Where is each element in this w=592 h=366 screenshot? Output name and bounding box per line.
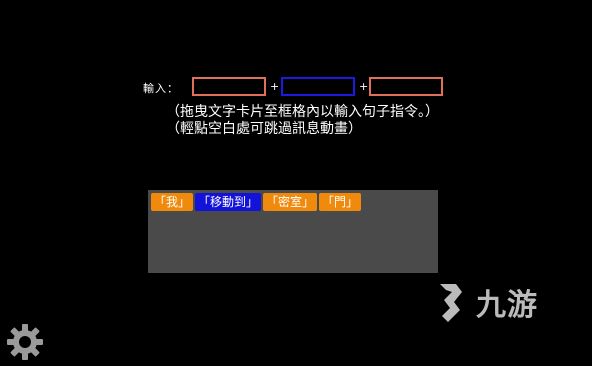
- word-card-secret-room[interactable]: 「密室」: [263, 193, 318, 211]
- plus-sign-2: +: [359, 80, 369, 93]
- watermark-text: 九游: [476, 288, 538, 323]
- sentence-slot-3[interactable]: [369, 77, 443, 96]
- input-label: 輸入：: [143, 82, 179, 95]
- word-card-door[interactable]: 「門」: [319, 193, 362, 211]
- instruction-text: （拖曳文字卡片至框格內以輸入句子指令。）（輕點空白處可跳過訊息動畫）: [166, 104, 439, 137]
- plus-sign-1: +: [270, 80, 280, 93]
- card-list: 「我」 「移動到」 「密室」 「門」: [151, 193, 362, 211]
- nine-game-logo: [440, 284, 462, 322]
- sentence-slot-2[interactable]: [281, 77, 355, 96]
- gear-icon: [7, 324, 43, 360]
- watermark: 九游: [432, 278, 572, 326]
- sentence-slot-1[interactable]: [192, 77, 266, 96]
- settings-button[interactable]: [5, 322, 45, 362]
- word-card-move-to[interactable]: 「移動到」: [195, 193, 262, 211]
- card-tray[interactable]: 「我」 「移動到」 「密室」 「門」: [148, 190, 438, 273]
- word-card-me[interactable]: 「我」: [151, 193, 194, 211]
